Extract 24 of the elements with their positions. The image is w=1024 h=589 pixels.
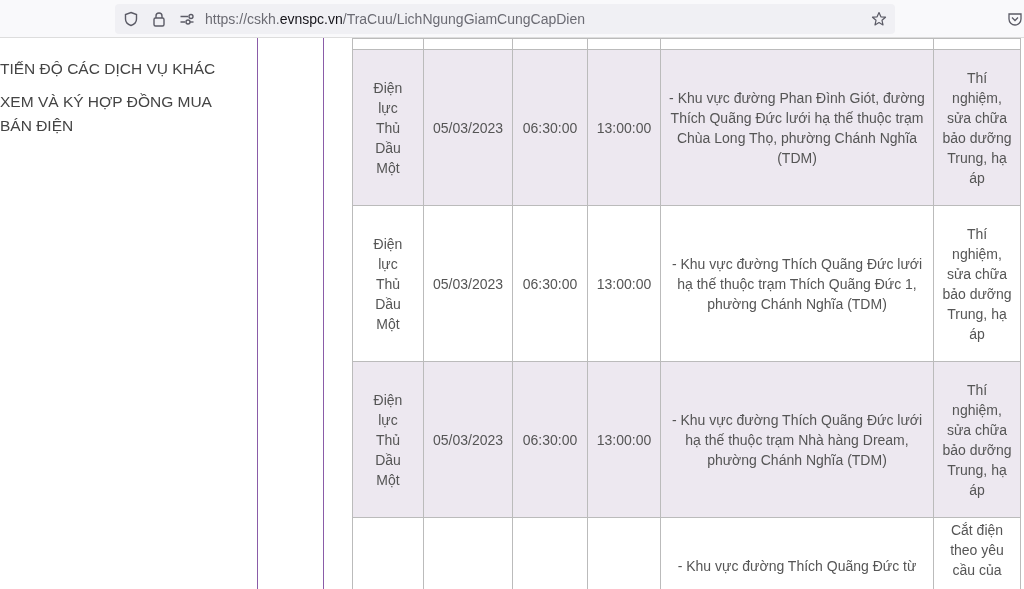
table-cell: 13:00:00 [587,205,661,362]
table-cell: 05/03/2023 [423,205,513,362]
lock-icon[interactable] [151,10,167,27]
table-cell: 13:00:00 [587,49,661,206]
table-cell: 06:30:00 [512,361,588,518]
table-cell: Điện lực Thủ Dầu Một [352,361,424,518]
sidebar-item[interactable]: XEM VÀ KÝ HỢP ĐỒNG MUA BÁN ĐIỆN [0,90,257,138]
table-cell: Điện lực Thủ Dầu Một [352,49,424,206]
pocket-icon[interactable] [1007,10,1023,27]
table-cell: Thí nghiệm, sửa chữa bảo dưỡng Trung, hạ áp [933,361,1021,518]
table-cell: 05/03/2023 [423,361,513,518]
sidebar-item[interactable]: TIẾN ĐỘ CÁC DỊCH VỤ KHÁC [0,57,257,81]
table-cell: Thí nghiệm, sửa chữa bảo dưỡng Trung, hạ áp [933,49,1021,206]
table-cell: 13:00:00 [587,361,661,518]
shield-icon[interactable] [123,10,139,27]
table-cell: Thí nghiệm, sửa chữa bảo dưỡng Trung, hạ áp [933,205,1021,362]
table-cell: Điện lực Thủ Dầu Một [352,205,424,362]
star-icon[interactable] [871,10,887,27]
table-cell: - Khu vực đường Thích Quãng Đức lưới hạ thế thuộc trạm Nhà hàng Dream, phường Chánh Nghĩa (TDM) [660,361,934,518]
table-cell: - Khu vực đường Phan Đình Giót, đường Thích Quãng Đức lưới hạ thế thuộc trạm Chùa Long Thọ, phường Chánh Nghĩa (TDM) [660,49,934,206]
table-cell: 06:30:00 [512,49,588,206]
table-cell: 05/03/2023 [423,49,513,206]
table-cell: 06:30:00 [512,205,588,362]
table-cell: - Khu vực đường Thích Quãng Đức lưới hạ thế thuộc trạm Thích Quãng Đức 1, phường Chánh Nghĩa (TDM) [660,205,934,362]
